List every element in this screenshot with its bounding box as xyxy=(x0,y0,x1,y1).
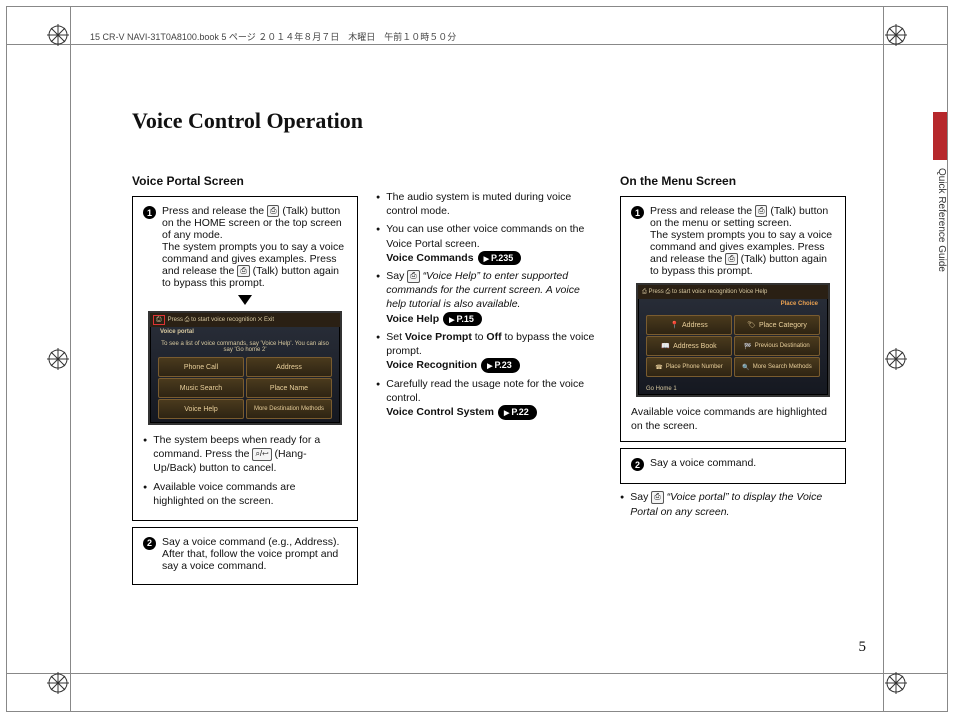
page-ref-pill: P.22 xyxy=(498,405,537,419)
side-tab xyxy=(933,112,947,160)
side-tab-label: Quick Reference Guide xyxy=(936,164,947,272)
crop-line xyxy=(70,6,71,712)
crop-line xyxy=(6,673,948,674)
hangup-back-icon: ⌕/↩ xyxy=(252,448,271,461)
talk-icon: ⎙ xyxy=(407,270,419,283)
down-arrow-icon xyxy=(238,295,252,305)
header-note: 15 CR-V NAVI-31T0A8100.book 5 ページ ２０１４年８… xyxy=(90,30,456,43)
bullet: Carefully read the usage note for the vo… xyxy=(376,377,602,420)
talk-icon: ⎙ xyxy=(755,205,767,217)
step-number-1: 1 xyxy=(631,206,644,219)
step-box-1: 1 Press and release the ⎙ (Talk) button … xyxy=(132,196,358,521)
talk-icon: ⎙ xyxy=(237,265,249,277)
page-title: Voice Control Operation xyxy=(132,108,846,134)
menu-screenshot: ⎙ Press ⎙ to start voice recognition Voi… xyxy=(636,283,830,397)
step1-text: Press and release the ⎙ (Talk) button on… xyxy=(650,205,835,277)
step-number-1: 1 xyxy=(143,206,156,219)
step-number-2: 2 xyxy=(631,458,644,471)
page: 15 CR-V NAVI-31T0A8100.book 5 ページ ２０１４年８… xyxy=(0,0,954,718)
crop-line xyxy=(6,44,948,45)
crop-line xyxy=(883,6,884,712)
bullet: The audio system is muted during voice c… xyxy=(376,190,602,218)
step1-text: Press and release the ⎙ (Talk) button on… xyxy=(162,205,347,289)
content: Voice Control Operation Voice Portal Scr… xyxy=(132,108,846,638)
bullet: Say ⎙ “Voice portal” to display the Voic… xyxy=(620,490,846,518)
registration-mark-icon xyxy=(885,348,907,370)
screenshot-caption: Available voice commands are highlighted… xyxy=(631,405,835,433)
step-number-2: 2 xyxy=(143,537,156,550)
step2-text: Say a voice command (e.g., Address). Aft… xyxy=(162,536,347,572)
step-box-1: 1 Press and release the ⎙ (Talk) button … xyxy=(620,196,846,442)
talk-icon: ⎙ xyxy=(651,491,663,504)
step-box-2: 2 Say a voice command. xyxy=(620,448,846,484)
page-number: 5 xyxy=(859,639,867,656)
talk-icon: ⎙ xyxy=(725,253,737,265)
talk-icon: ⎙ xyxy=(267,205,279,217)
bullet: Say ⎙ “Voice Help” to enter supported co… xyxy=(376,269,602,326)
bullet: You can use other voice commands on the … xyxy=(376,222,602,265)
talk-icon: ⎙ xyxy=(154,316,164,324)
page-ref-pill: P.235 xyxy=(478,251,522,265)
heading-menu-screen: On the Menu Screen xyxy=(620,174,846,188)
col-notes: The audio system is muted during voice c… xyxy=(376,174,602,591)
registration-mark-icon xyxy=(47,672,69,694)
step2-text: Say a voice command. xyxy=(650,457,756,469)
registration-mark-icon xyxy=(47,348,69,370)
col-voice-portal: Voice Portal Screen 1 Press and release … xyxy=(132,174,358,591)
step-box-2: 2 Say a voice command (e.g., Address). A… xyxy=(132,527,358,585)
heading-voice-portal: Voice Portal Screen xyxy=(132,174,358,188)
bullet: Available voice commands are highlighted… xyxy=(143,480,347,508)
voice-portal-screenshot: ⎙Press ⎙ to start voice recognition ✕ Ex… xyxy=(148,311,342,425)
bullet: Set Voice Prompt to Off to bypass the vo… xyxy=(376,330,602,373)
bullet: The system beeps when ready for a comman… xyxy=(143,433,347,476)
registration-mark-icon xyxy=(885,672,907,694)
col-menu-screen: On the Menu Screen 1 Press and release t… xyxy=(620,174,846,591)
page-ref-pill: P.15 xyxy=(443,312,482,326)
page-ref-pill: P.23 xyxy=(481,358,520,372)
registration-mark-icon xyxy=(885,24,907,46)
registration-mark-icon xyxy=(47,24,69,46)
